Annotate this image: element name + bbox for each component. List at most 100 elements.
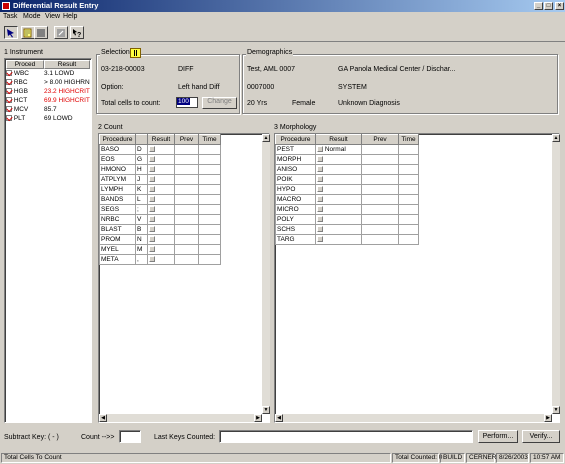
scroll-up-icon[interactable]: ▲ [262,134,270,142]
morphology-row[interactable]: MACRO [275,194,419,205]
morphology-row[interactable]: MICRO [275,204,419,215]
last-keys-field[interactable] [219,430,473,443]
count-result-cell[interactable] [147,144,175,155]
dropdown-icon[interactable] [149,216,155,223]
count-row[interactable]: ATPLYM J [99,174,221,185]
scroll-down-icon[interactable]: ▼ [262,406,270,414]
dropdown-icon[interactable] [149,166,155,173]
morphology-row[interactable]: PEST Normal [275,144,419,155]
dropdown-icon[interactable] [317,166,323,173]
dropdown-icon[interactable] [317,236,323,243]
scroll-up-icon[interactable]: ▲ [552,134,560,142]
morph-header-result[interactable]: Result [315,134,362,145]
dropdown-icon[interactable] [149,236,155,243]
minimize-button[interactable]: _ [534,2,543,10]
morph-result-cell[interactable] [315,184,362,195]
count-row[interactable]: BLAST B [99,224,221,235]
count-header-key[interactable] [135,134,148,145]
total-cells-input[interactable]: 100 [176,97,198,108]
morph-result-cell[interactable] [315,234,362,245]
checkmark-icon[interactable] [6,97,12,104]
count-row[interactable]: META, [99,254,221,265]
dropdown-icon[interactable] [149,146,155,153]
morph-result-cell[interactable] [315,224,362,235]
scroll-left-icon[interactable]: ◀ [99,414,107,422]
selection-note-icon[interactable] [130,48,141,58]
dropdown-icon[interactable] [317,156,323,163]
count-row[interactable]: EOS G [99,154,221,165]
count-result-cell[interactable] [147,174,175,185]
count-vscrollbar[interactable]: ▲ ▼ [262,134,270,414]
count-header-time[interactable]: Time [198,134,221,145]
count-result-cell[interactable] [147,224,175,235]
count-result-cell[interactable] [147,244,175,255]
dropdown-icon[interactable] [317,146,323,153]
count-hscrollbar[interactable]: ◀ ▶ [99,414,262,422]
morphology-row[interactable]: HYPO [275,184,419,195]
morph-header-time[interactable]: Time [398,134,419,145]
count-result-cell[interactable] [147,184,175,195]
morphology-grid[interactable]: Procedure Result Prev Time PEST Normal MO… [274,133,560,423]
count-result-cell[interactable] [147,194,175,205]
count-row[interactable]: BASO D [99,144,221,155]
menu-view[interactable]: View [45,13,60,20]
checkmark-icon[interactable] [6,79,12,86]
close-button[interactable]: × [555,2,564,10]
morph-result-cell[interactable]: Normal [315,144,362,155]
checkmark-icon[interactable] [6,70,12,77]
morphology-row[interactable]: POIK [275,174,419,185]
scroll-down-icon[interactable]: ▼ [552,406,560,414]
morph-result-cell[interactable] [315,214,362,225]
dropdown-icon[interactable] [317,206,323,213]
morphology-row[interactable]: MORPH [275,154,419,165]
checkmark-icon[interactable] [6,88,12,95]
dropdown-icon[interactable] [149,226,155,233]
instrument-header-result[interactable]: Result [44,60,90,69]
count-result-cell[interactable] [147,154,175,165]
count-result-cell[interactable] [147,214,175,225]
count-row[interactable]: SEGS; [99,204,221,215]
dropdown-icon[interactable] [149,186,155,193]
morph-result-cell[interactable] [315,194,362,205]
instrument-header-proced[interactable]: Proced [6,60,44,69]
perform-button[interactable]: Perform... [478,430,518,443]
dropdown-icon[interactable] [149,246,155,253]
edit-button[interactable] [54,26,68,39]
morph-hscrollbar[interactable]: ◀ ▶ [275,414,552,422]
count-result-cell[interactable] [147,164,175,175]
count-row[interactable]: MYEL M [99,244,221,255]
help-button[interactable]: ? [70,26,84,39]
menu-help[interactable]: Help [63,13,77,20]
count-header-procedure[interactable]: Procedure [99,134,136,145]
morphology-row[interactable]: POLY [275,214,419,225]
instrument-list[interactable]: Proced Result WBC 3.1 LOWD RBC > 8.00 HIGH… [4,58,92,423]
instrument-row[interactable]: HCT 69.9 HIGHCRIT [6,96,90,105]
dropdown-icon[interactable] [317,196,323,203]
dropdown-icon[interactable] [317,186,323,193]
morphology-row[interactable]: TARG [275,234,419,245]
verify-button[interactable]: Verify... [522,430,560,443]
instrument-row[interactable]: PLT 69 LOWD [6,114,90,123]
count-input[interactable] [119,430,141,443]
checkmark-icon[interactable] [6,115,12,122]
instrument-row[interactable]: RBC > 8.00 HIGHRN [6,78,90,87]
scroll-left-icon[interactable]: ◀ [275,414,283,422]
scroll-right-icon[interactable]: ▶ [544,414,552,422]
notes-button[interactable] [21,26,35,39]
count-result-cell[interactable] [147,204,175,215]
count-row[interactable]: HMONO H [99,164,221,175]
dropdown-icon[interactable] [149,196,155,203]
instrument-row[interactable]: HGB 23.2 HIGHCRIT [6,87,90,96]
morph-vscrollbar[interactable]: ▲ ▼ [552,134,560,414]
dropdown-icon[interactable] [317,226,323,233]
count-row[interactable]: PROM N [99,234,221,245]
morph-result-cell[interactable] [315,154,362,165]
count-result-cell[interactable] [147,254,175,265]
dropdown-icon[interactable] [149,176,155,183]
morph-result-cell[interactable] [315,174,362,185]
dropdown-icon[interactable] [149,206,155,213]
change-button[interactable]: Change [202,97,237,109]
count-header-result[interactable]: Result [147,134,175,145]
count-row[interactable]: BANDS L [99,194,221,205]
morphology-row[interactable]: ANISO [275,164,419,175]
